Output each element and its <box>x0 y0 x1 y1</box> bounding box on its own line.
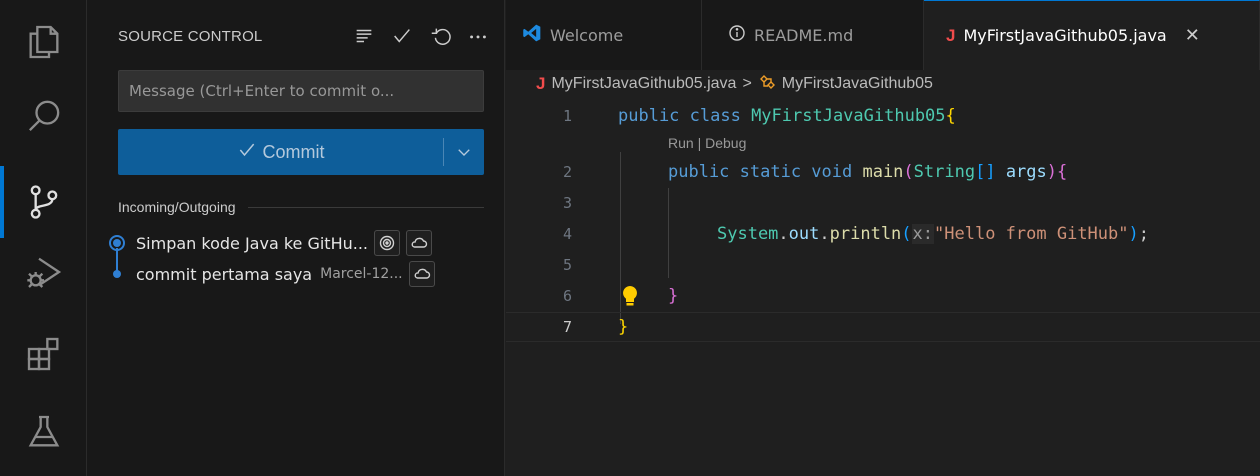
code-token: ) <box>1046 162 1058 182</box>
vscode-icon <box>522 23 542 47</box>
target-icon[interactable] <box>374 230 400 256</box>
commit-dropdown-button[interactable] <box>444 129 484 175</box>
code-token: } <box>668 286 679 306</box>
code-line: 2 public static void main(String[] args)… <box>506 157 1260 187</box>
code-line: 1 public class MyFirstJavaGithub05{ <box>506 101 1260 131</box>
code-token: println <box>829 224 902 244</box>
code-token: ( <box>903 162 914 182</box>
cloud-icon[interactable] <box>406 230 432 256</box>
editor-area: Welcome README.md J MyFirstJavaGithub05.… <box>506 0 1260 476</box>
check-icon <box>237 140 257 165</box>
line-number: 6 <box>562 287 572 305</box>
code-token: public static void <box>668 162 863 182</box>
info-icon <box>728 24 746 46</box>
chevron-down-icon <box>458 149 470 156</box>
divider <box>247 206 484 208</box>
code-line: 6 } <box>506 281 1260 311</box>
commit-node-icon <box>107 264 127 284</box>
tab-welcome[interactable]: Welcome <box>506 0 702 70</box>
code-token: ( <box>901 224 912 244</box>
code-token: out <box>788 224 820 244</box>
code-token: { <box>945 106 956 126</box>
lightbulb-icon[interactable] <box>620 285 640 312</box>
code-token: String <box>913 162 976 182</box>
breadcrumb-symbol[interactable]: MyFirstJavaGithub05 <box>782 75 933 93</box>
code-token: ; <box>1138 224 1149 244</box>
commit-button[interactable]: Commit <box>118 129 443 175</box>
code-token: . <box>819 224 830 244</box>
tab-bar: Welcome README.md J MyFirstJavaGithub05.… <box>506 0 1260 70</box>
extensions-icon[interactable] <box>0 318 87 390</box>
code-line-current: 7 } <box>506 312 1260 342</box>
commit-author: Marcel-12... <box>320 266 403 282</box>
code-token: main <box>862 162 904 182</box>
activity-bar <box>0 0 87 476</box>
code-token: . <box>778 224 789 244</box>
panel-title: SOURCE CONTROL <box>118 27 263 45</box>
code-line: 5 <box>506 250 1260 280</box>
line-number: 3 <box>562 194 572 212</box>
view-as-tree-icon[interactable] <box>350 22 378 50</box>
commit-message: Simpan kode Java ke GitHu... <box>136 233 368 253</box>
line-number: 5 <box>562 256 572 274</box>
line-number: 4 <box>562 225 572 243</box>
refresh-icon[interactable] <box>426 22 454 50</box>
commit-label: Commit <box>262 141 325 162</box>
tab-myfirstjavagithub05[interactable]: J MyFirstJavaGithub05.java ✕ <box>924 0 1260 70</box>
code-token: MyFirstJavaGithub05 <box>751 106 946 126</box>
more-icon[interactable] <box>464 22 492 50</box>
code-token: { <box>1057 162 1068 182</box>
incoming-outgoing-header[interactable]: Incoming/Outgoing <box>118 197 484 217</box>
java-icon: J <box>946 25 956 45</box>
breadcrumb-file[interactable]: MyFirstJavaGithub05.java <box>551 75 736 93</box>
commit-item[interactable]: Simpan kode Java ke GitHu... <box>107 228 495 258</box>
testing-icon[interactable] <box>0 396 87 468</box>
commit-message: commit pertama saya <box>136 264 313 284</box>
line-number: 2 <box>562 163 572 181</box>
tab-label: MyFirstJavaGithub05.java <box>963 26 1167 45</box>
run-debug-codelens[interactable]: Run | Debug <box>668 135 746 151</box>
code-line: 4 System.out.println(x:"Hello from GitHu… <box>506 219 1260 249</box>
line-number: 1 <box>562 107 572 125</box>
code-line: 3 <box>506 188 1260 218</box>
code-token: System <box>717 224 779 244</box>
breadcrumb-separator: > <box>742 75 752 92</box>
parameter-hint: x: <box>911 224 935 244</box>
commit-node-current-icon <box>107 233 127 253</box>
search-icon[interactable] <box>0 80 87 152</box>
code-token: } <box>618 317 629 337</box>
run-debug-icon[interactable] <box>0 236 87 308</box>
class-symbol-icon <box>758 73 776 96</box>
commit-item[interactable]: commit pertama saya Marcel-12... <box>107 259 495 289</box>
code-token: ) <box>1128 224 1139 244</box>
line-number: 7 <box>562 318 572 336</box>
incoming-outgoing-label: Incoming/Outgoing <box>118 199 236 215</box>
close-icon[interactable]: ✕ <box>1185 25 1200 46</box>
breadcrumb: J MyFirstJavaGithub05.java > MyFirstJava… <box>536 72 933 96</box>
tab-label: README.md <box>754 25 854 45</box>
code-token: public class <box>618 106 752 126</box>
explorer-icon[interactable] <box>0 6 87 78</box>
check-icon[interactable] <box>388 22 416 50</box>
code-token: "Hello from GitHub" <box>934 224 1129 244</box>
panel-header: SOURCE CONTROL <box>118 22 492 50</box>
java-icon: J <box>536 74 546 93</box>
tab-readme[interactable]: README.md <box>702 0 924 70</box>
commit-message-input[interactable] <box>118 70 484 112</box>
code-token: args <box>995 162 1047 182</box>
commit-button-group: Commit <box>118 129 484 175</box>
tab-label: Welcome <box>550 25 624 45</box>
cloud-icon[interactable] <box>408 261 435 287</box>
source-control-icon[interactable] <box>0 166 87 238</box>
code-token: [] <box>975 162 996 182</box>
